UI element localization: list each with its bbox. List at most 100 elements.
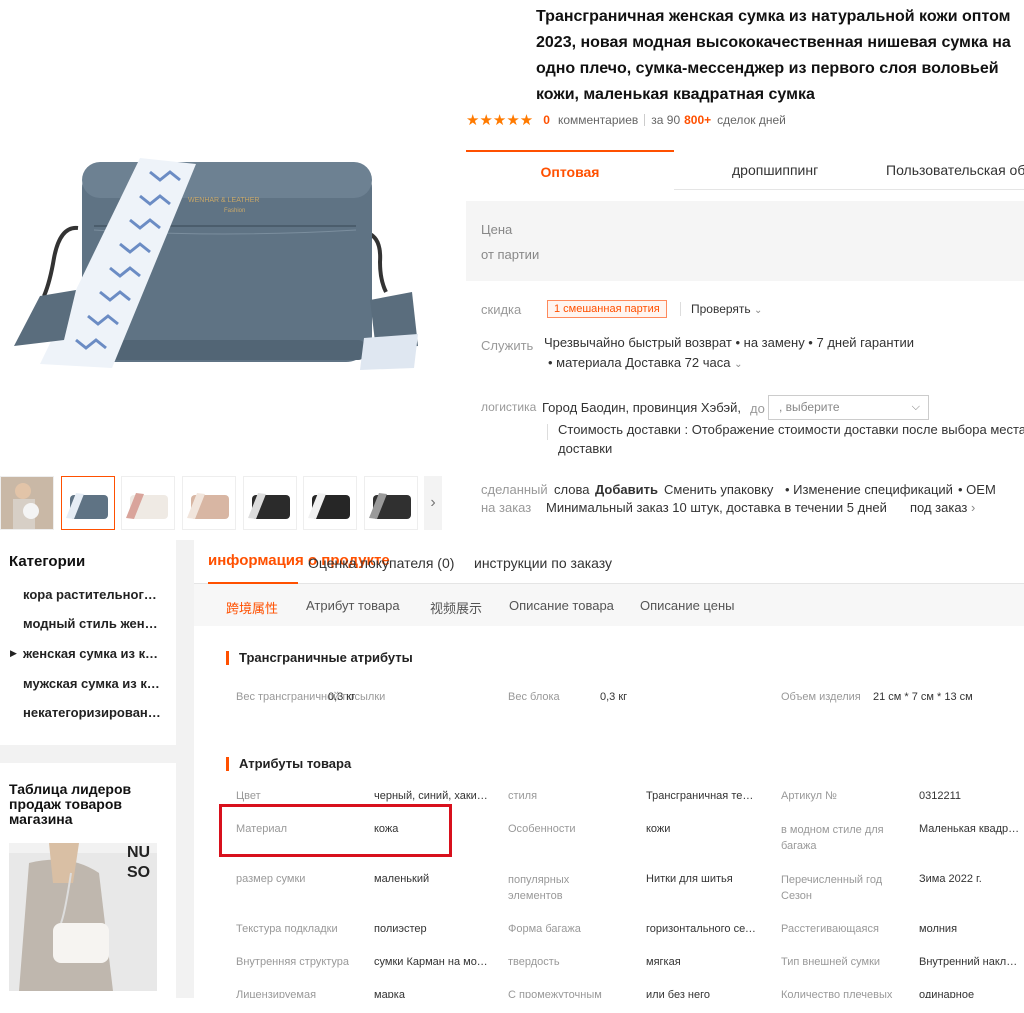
attr-key: в модном стиле для багажа [781,824,884,852]
svg-text:NU: NU [127,844,150,861]
svg-text:SO: SO [127,864,150,881]
attr-value: 0,3 кг [600,691,628,703]
check-label: Проверять [691,302,751,316]
service-label: Служить [481,338,534,353]
price-sub-label: от партии [481,247,540,262]
thumbnail-bag-white[interactable] [121,476,175,530]
tab-dropshipping[interactable]: дропшиппинг [732,150,818,190]
min-order-text: Минимальный заказ 10 штук, доставка в те… [546,500,887,515]
product-title: Трансграничная женская сумка из натураль… [536,4,1024,104]
subtab-cross-border[interactable]: 跨境属性 [226,598,278,617]
thumbnail-bag-black-strap[interactable] [243,476,297,530]
custom-order-link[interactable]: под заказ › [910,500,975,515]
divider [176,540,194,1000]
category-item-active[interactable]: женская сумка из кожи [23,646,163,661]
thumbnail-bag-black[interactable] [303,476,357,530]
subtab-description[interactable]: Описание товара [509,598,614,613]
check-dropdown[interactable]: Проверять ⌄ [691,302,762,316]
price-label: Цена [481,222,513,237]
attr-value: мягкая [646,956,681,968]
destination-select[interactable]: , выберите ⌵ [768,395,929,420]
product-attributes-title: Атрибуты товара [226,757,351,771]
attr-value: кожи [646,823,671,835]
attr-value: сумки Карман на молнии [374,956,490,968]
deals-prefix: за 90 [651,113,681,127]
subtab-price-description[interactable]: Описание цены [640,598,734,613]
attr-value: 0,3 кг [328,691,356,703]
attr-key: Артикул № [781,790,837,802]
deals-count: 800+ [684,113,712,127]
thumbnail-strip: › [0,476,444,532]
option-change-spec[interactable]: • Изменение спецификаций [785,482,953,497]
thumbnail-bag-black-pattern[interactable] [364,476,418,530]
svg-text:WENHAR & LEATHER: WENHAR & LEATHER [188,197,259,204]
tab-order-instructions[interactable]: инструкции по заказу [474,555,612,571]
attr-key: размер сумки [236,873,306,885]
category-item[interactable]: мужская сумка из кожи [23,676,163,691]
bestsellers-panel: Таблица лидеров продаж товаров магазина … [0,763,176,1003]
mixed-batch-badge[interactable]: 1 смешанная партия [547,300,667,318]
attr-value: Маленькая квадратная [919,823,1023,835]
option-change-packaging[interactable]: Сменить упаковку [664,482,773,497]
comments-label[interactable]: комментариев [558,113,638,127]
thumbnail-bag-pink[interactable] [182,476,236,530]
detail-sub-tabs: 跨境属性 Атрибут товара 视频展示 Описание товара… [194,584,1024,626]
caret-right-icon: ▶ [10,648,17,658]
title-line: кожи, маленькая квадратная сумка [536,86,815,103]
divider [680,302,681,316]
tab-wholesale[interactable]: Оптовая [466,150,674,190]
chevron-right-icon: › [971,500,976,515]
chevron-down-icon: ⌵ [911,401,920,413]
title-line: Трансграничная женская сумка из натураль… [536,8,1011,25]
title-line: 2023, новая модная высококачественная ни… [536,34,1011,51]
deals-suffix: сделок дней [717,113,786,127]
custom-word: слова [554,482,590,497]
attr-value: Нитки для шитья [646,873,733,885]
divider [0,745,176,763]
destination-placeholder: , выберите [779,400,840,414]
thumbnail-bag-blue[interactable] [61,476,115,530]
subtab-product-attributes[interactable]: Атрибут товара [306,598,400,613]
category-item[interactable]: некатегоризированные [23,705,163,720]
comments-count[interactable]: 0 [543,113,550,127]
logistics-from: Город Баодин, провинция Хэбэй, [542,400,742,415]
attr-key: Тип внешней сумки [781,956,881,968]
attr-key: Расстегивающаяся [781,923,879,935]
attr-key: Внутренняя структура [236,956,350,968]
discount-label: скидка [481,302,522,317]
bestsellers-title: Таблица лидеров продаж товаров магазина [9,781,132,827]
attr-value: маленький [374,873,430,885]
bestseller-product-image[interactable]: NU SO [9,843,157,991]
chevron-right-icon[interactable]: › [424,476,442,530]
service-line-2[interactable]: • материала Доставка 72 часа ⌄ [548,355,743,370]
attr-value: 21 см * 7 см * 13 см [873,691,973,703]
attr-value: полиэстер [374,923,427,935]
svg-text:Fashion: Fashion [224,208,245,214]
chevron-down-icon: ⌄ [754,305,763,316]
star-rating-icon: ★★★★★ [466,112,534,129]
custom-label-2: на заказ [481,500,532,515]
attr-key: Цвет [236,790,261,802]
tab-reviews[interactable]: Оценка покупателя (0) [308,555,454,571]
thumbnail-photo-model[interactable] [0,476,54,530]
category-item[interactable]: кора растительного дубления [23,587,163,602]
categories-panel: Категории кора растительного дубления мо… [0,540,176,745]
attr-key: Перечисленный год Сезон [781,874,883,902]
tab-custom-processing[interactable]: Пользовательская обработка [886,150,1024,190]
attr-value: Внутренний накладной карман [919,956,1023,968]
logistics-to-label: до [750,401,765,416]
material-highlight-box [219,804,452,857]
chevron-down-icon: ⌄ [734,359,743,370]
logistics-label: логистика [481,400,537,414]
subtab-video[interactable]: 视频展示 [430,598,482,617]
main-product-image[interactable]: WENHAR & LEATHER Fashion [0,0,440,470]
option-oem[interactable]: • OEM [958,482,996,497]
attr-key: твердость [508,956,560,968]
divider [644,114,646,126]
attr-key: Вес блока [508,691,560,703]
category-item[interactable]: модный стиль женщины [23,616,163,631]
attr-key: Объем изделия [781,691,861,703]
divider [547,424,548,440]
attr-value: черный, синий, хаки, розовый [374,790,490,802]
add-button[interactable]: Добавить [595,482,658,497]
